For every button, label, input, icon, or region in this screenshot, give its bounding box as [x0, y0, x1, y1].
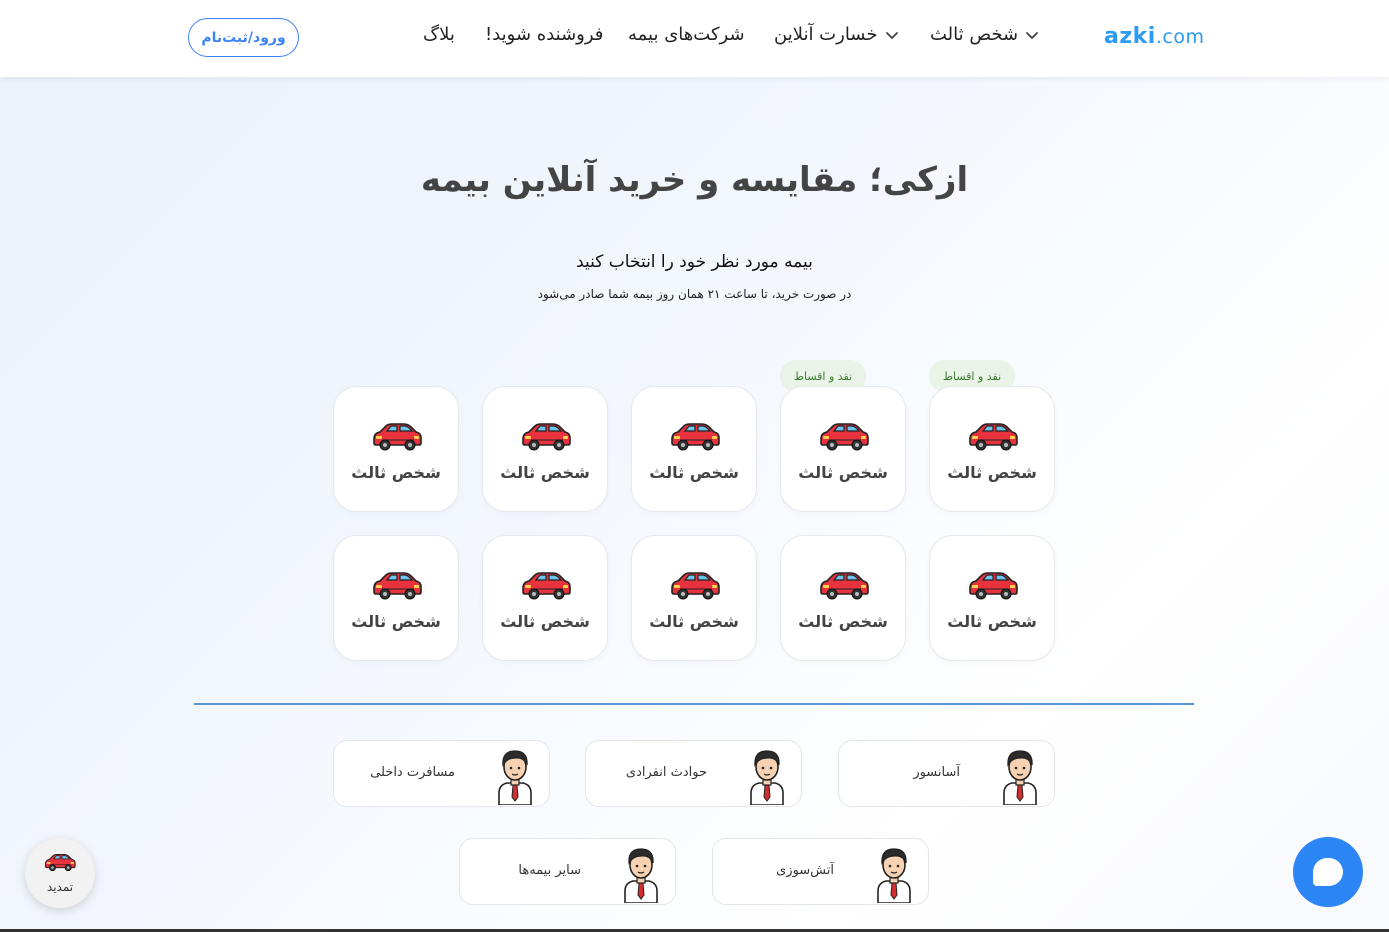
product-card[interactable]: شخص ثالث — [631, 386, 757, 512]
insurance-item-domestic-travel[interactable]: مسافرت داخلی — [333, 740, 550, 807]
person-icon — [877, 848, 911, 903]
product-card[interactable]: شخص ثالث — [780, 535, 906, 661]
nav-online-claims[interactable]: خسارت آنلاین — [774, 24, 900, 45]
car-icon — [522, 423, 571, 451]
product-label: شخص ثالث — [798, 463, 888, 482]
nav-insurance-companies-label: شرکت‌های بیمه — [628, 24, 745, 45]
logo-main: azki — [1104, 24, 1156, 49]
car-icon — [373, 423, 422, 451]
page-subtitle: بیمه مورد نظر خود را انتخاب کنید — [576, 252, 813, 272]
nav-third-party-label: شخص ثالث — [930, 24, 1019, 45]
car-icon — [522, 572, 571, 600]
product-label: شخص ثالث — [947, 612, 1037, 631]
product-card[interactable]: شخص ثالث — [482, 535, 608, 661]
car-icon — [45, 853, 76, 872]
insurance-item-label: آتش‌سوزی — [776, 863, 834, 878]
insurance-item-label: مسافرت داخلی — [370, 765, 455, 780]
car-icon — [671, 423, 720, 451]
nav-become-seller[interactable]: فروشنده شوید! — [485, 24, 603, 45]
car-icon — [820, 572, 869, 600]
insurance-item-label: حوادث انفرادی — [625, 765, 707, 780]
renew-button[interactable]: تمدید — [25, 838, 95, 908]
chevron-down-icon — [1026, 31, 1039, 39]
insurance-item-fire[interactable]: آتش‌سوزی — [712, 838, 929, 905]
product-label: شخص ثالث — [500, 612, 590, 631]
car-icon — [969, 423, 1018, 451]
car-icon — [969, 572, 1018, 600]
person-icon — [624, 848, 658, 903]
product-card[interactable]: شخص ثالث — [333, 386, 459, 512]
chat-bubble-icon — [1313, 858, 1343, 886]
product-label: شخص ثالث — [500, 463, 590, 482]
insurance-item-label: آسانسور — [913, 765, 960, 780]
person-icon — [1003, 750, 1037, 805]
product-label: شخص ثالث — [351, 463, 441, 482]
nav-become-seller-label: فروشنده شوید! — [485, 24, 604, 45]
product-card[interactable]: شخص ثالث — [333, 535, 459, 661]
car-icon — [820, 423, 869, 451]
product-card[interactable]: شخص ثالث — [482, 386, 608, 512]
product-label: شخص ثالث — [798, 612, 888, 631]
nav-insurance-companies[interactable]: شرکت‌های بیمه — [628, 24, 745, 45]
car-icon — [671, 572, 720, 600]
nav-online-claims-label: خسارت آنلاین — [774, 24, 878, 45]
login-register-button[interactable]: ورود/ثبت‌نام — [188, 18, 299, 57]
insurance-item-label: سایر بیمه‌ها — [518, 863, 581, 878]
chat-button[interactable] — [1293, 837, 1363, 907]
product-card[interactable]: شخص ثالث — [929, 386, 1055, 512]
insurance-item-personal-accident[interactable]: حوادث انفرادی — [585, 740, 802, 807]
car-icon — [373, 572, 422, 600]
person-icon — [750, 750, 784, 805]
insurance-item-elevator[interactable]: آسانسور — [838, 740, 1055, 807]
nav-blog[interactable]: بلاگ — [423, 24, 455, 45]
page-title: ازکی؛ مقایسه و خرید آنلاین بیمه — [420, 160, 969, 200]
insurance-item-other[interactable]: سایر بیمه‌ها — [459, 838, 676, 905]
product-label: شخص ثالث — [351, 612, 441, 631]
section-divider — [194, 703, 1194, 705]
nav-blog-label: بلاگ — [423, 24, 455, 45]
product-card[interactable]: شخص ثالث — [631, 535, 757, 661]
person-icon — [498, 750, 532, 805]
product-label: شخص ثالث — [649, 463, 739, 482]
azki-logo[interactable]: azki.com — [1104, 24, 1204, 49]
product-label: شخص ثالث — [649, 612, 739, 631]
renew-label: تمدید — [46, 880, 74, 894]
issuance-note: در صورت خرید، تا ساعت ۲۱ همان روز بیمه ش… — [537, 287, 852, 301]
site-header: azki.com شخص ثالث خسارت آنلاین شرکت‌های … — [0, 0, 1389, 77]
logo-suffix: .com — [1155, 26, 1205, 48]
chevron-down-icon — [885, 31, 898, 39]
nav-third-party[interactable]: شخص ثالث — [930, 24, 1040, 45]
product-card[interactable]: شخص ثالث — [780, 386, 906, 512]
product-card[interactable]: شخص ثالث — [929, 535, 1055, 661]
product-label: شخص ثالث — [947, 463, 1037, 482]
